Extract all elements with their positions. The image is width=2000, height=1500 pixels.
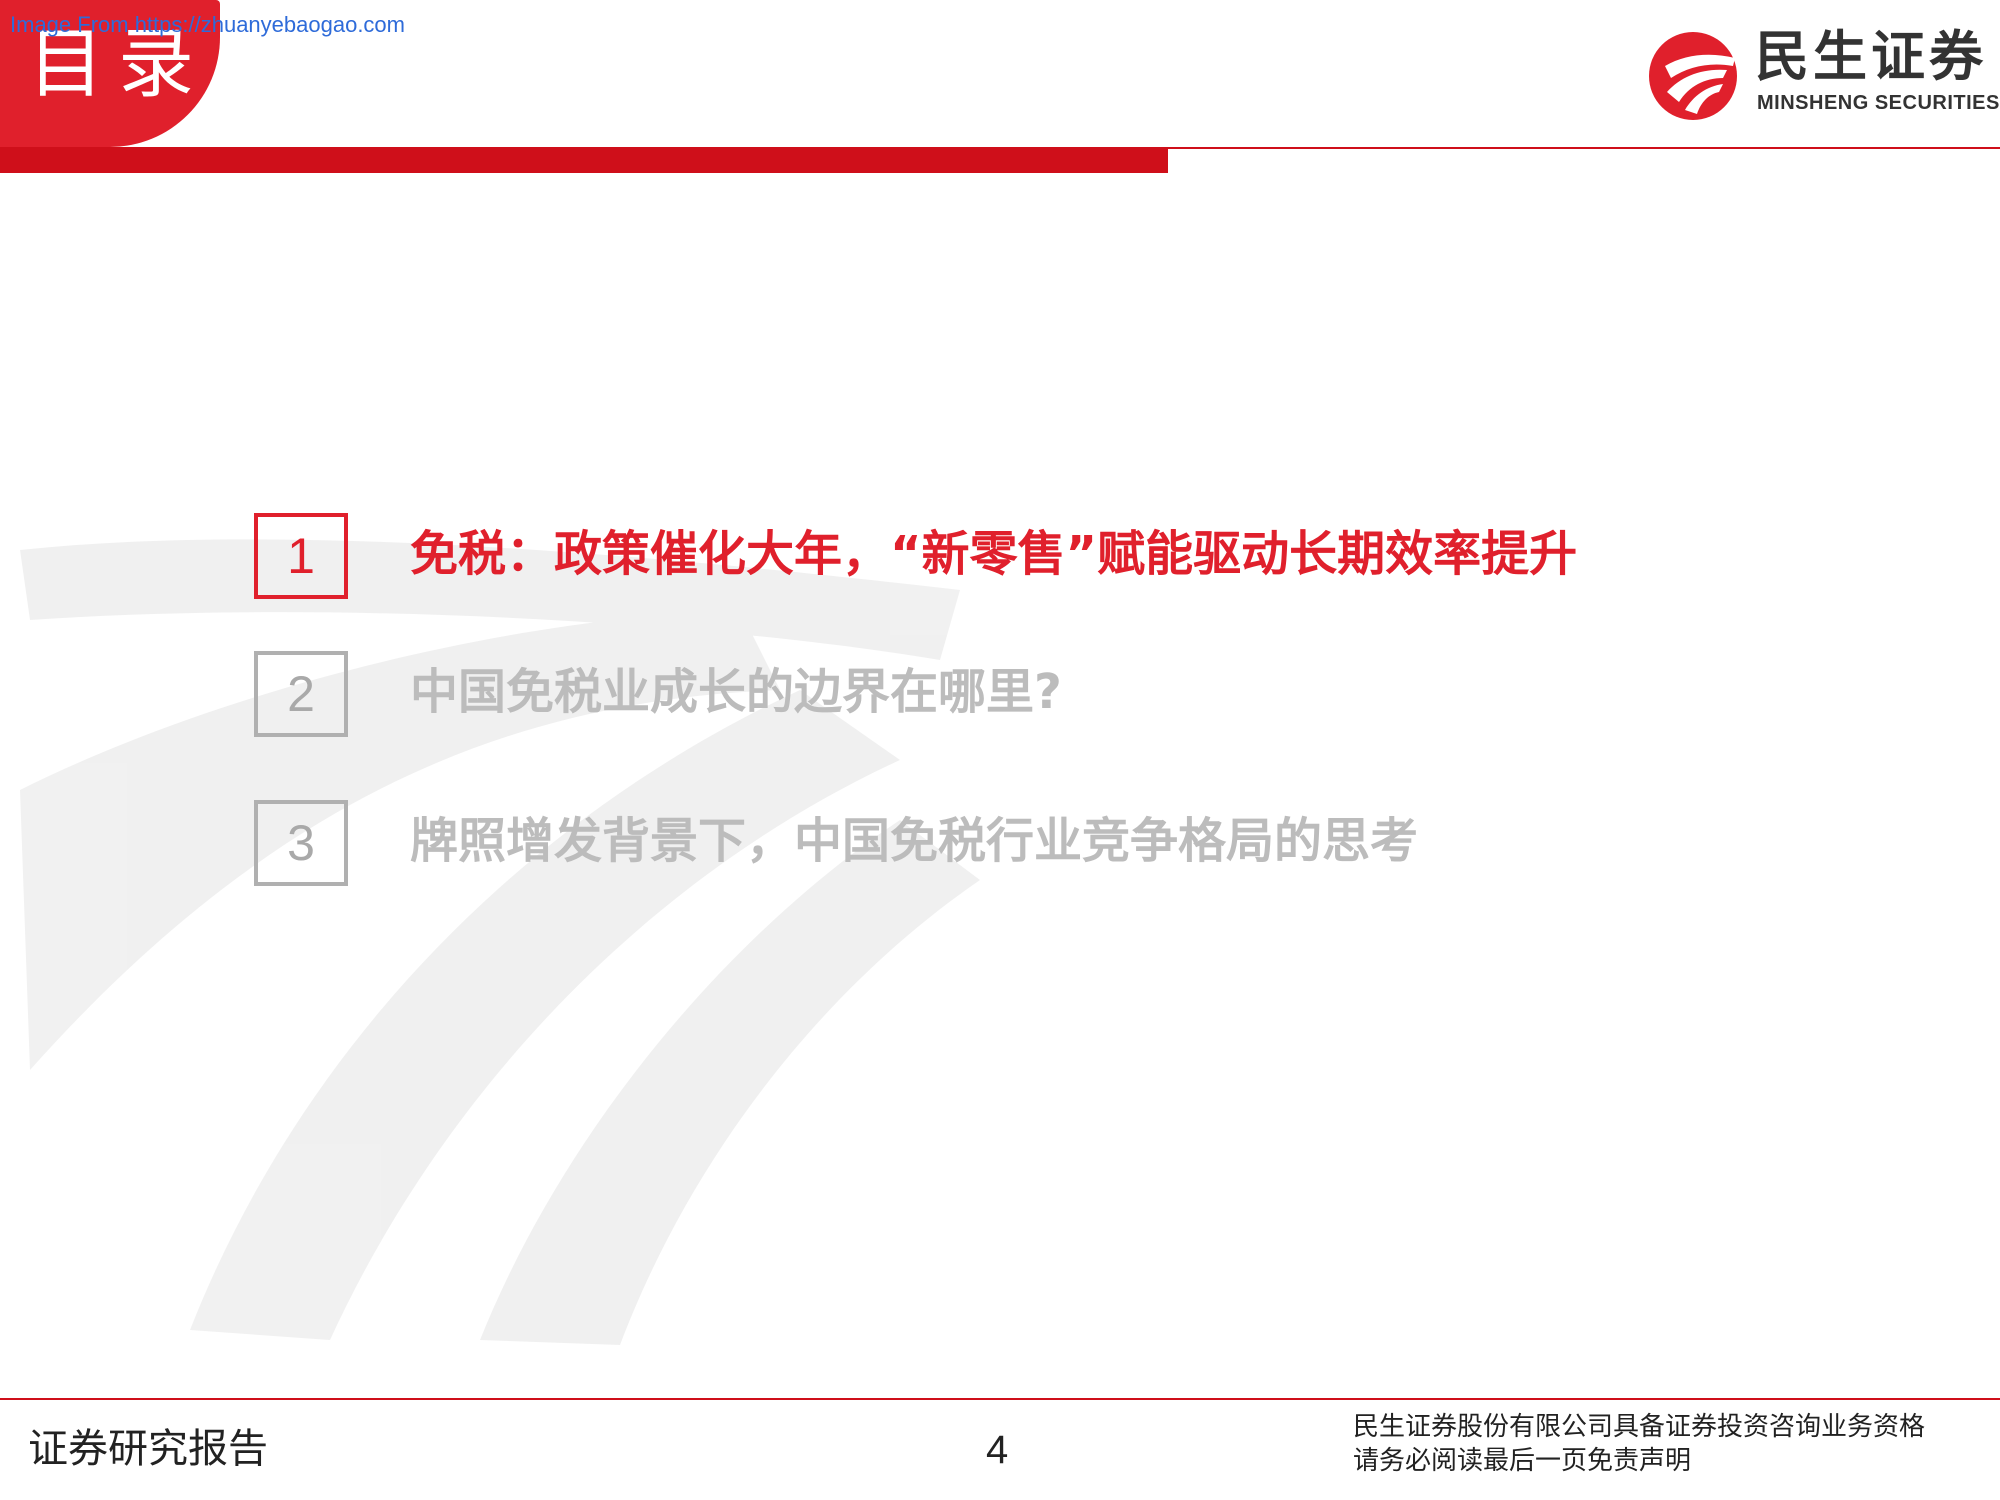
- page-number: 4: [986, 1428, 1009, 1472]
- toc-label: 免税：政策催化大年，“新零售”赋能驱动长期效率提升: [410, 526, 1578, 582]
- toc-number-box: 3: [254, 800, 348, 886]
- toc-label: 牌照增发背景下，中国免税行业竞争格局的思考: [410, 813, 1419, 869]
- source-link[interactable]: Image From https://zhuanyebaogao.com: [10, 12, 405, 38]
- disclaimer-line-1: 民生证券股份有限公司具备证券投资咨询业务资格: [1353, 1412, 1926, 1442]
- table-of-contents: 1 免税：政策催化大年，“新零售”赋能驱动长期效率提升 2 中国免税业成长的边界…: [0, 0, 2000, 1500]
- toc-item-2[interactable]: 2 中国免税业成长的边界在哪里?: [254, 651, 1754, 745]
- report-type-label: 证券研究报告: [28, 1426, 268, 1472]
- disclaimer-line-2: 请务必阅读最后一页免责声明: [1353, 1446, 1692, 1476]
- disclaimer: 民生证券股份有限公司具备证券投资咨询业务资格 请务必阅读最后一页免责声明: [1353, 1410, 1925, 1478]
- toc-item-1[interactable]: 1 免税：政策催化大年，“新零售”赋能驱动长期效率提升: [254, 513, 1754, 607]
- toc-item-3[interactable]: 3 牌照增发背景下，中国免税行业竞争格局的思考: [254, 800, 1754, 894]
- toc-label: 中国免税业成长的边界在哪里?: [410, 664, 1062, 720]
- toc-number-box: 2: [254, 651, 348, 737]
- toc-number-box: 1: [254, 513, 348, 599]
